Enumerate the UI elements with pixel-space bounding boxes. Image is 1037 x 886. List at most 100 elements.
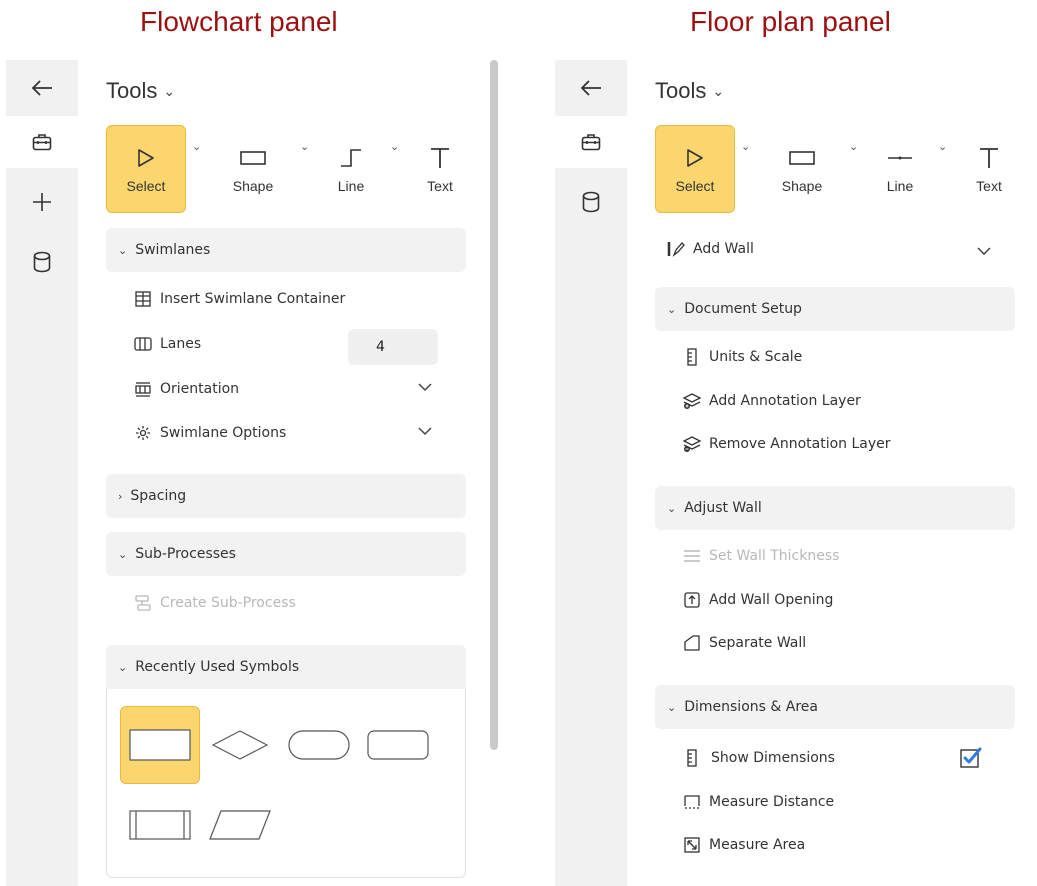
wall-pencil-icon [667,240,685,258]
units-scale-item[interactable]: Units & Scale [683,343,802,371]
line-tool-chevron-down-icon[interactable]: ⌄ [390,140,399,153]
add-annotation-layer-item[interactable]: Add Annotation Layer [683,387,861,415]
plus-icon[interactable] [6,176,78,228]
subprocesses-section-title: Sub-Processes [135,546,236,562]
shape-tool-chevron-down-icon[interactable]: ⌄ [300,140,309,153]
back-arrow-icon[interactable] [6,62,78,114]
remove-annotation-layer-item[interactable]: Remove Annotation Layer [683,430,891,458]
toolbox-icon[interactable] [6,116,78,168]
floorplan-panel-heading: Floor plan panel [690,6,891,37]
lanes-item: Lanes [134,330,201,358]
shape-tool-chevron-down-icon[interactable]: ⌄ [849,140,858,153]
predefined-process-symbol[interactable] [120,786,200,864]
measure-area-item[interactable]: Measure Area [683,831,805,859]
flowchart-panel-heading: Flowchart panel [140,6,338,37]
lanes-number-input[interactable]: 4 [348,329,438,365]
pointer-icon [687,149,703,167]
shape-tool-button[interactable]: Shape [762,125,842,213]
gear-icon [134,424,152,442]
swimlane-options-item[interactable]: Swimlane Options [134,419,286,447]
add-annotation-layer-label: Add Annotation Layer [709,393,861,409]
insert-swimlane-container-label: Insert Swimlane Container [160,291,346,307]
chevron-right-icon: › [118,489,123,503]
separate-wall-label: Separate Wall [709,635,807,651]
lanes-value: 4 [376,339,385,355]
create-subprocess-item: Create Sub-Process [134,589,296,617]
text-tool-label: Text [976,178,1002,194]
units-scale-label: Units & Scale [709,349,803,365]
show-dimensions-checkbox[interactable] [960,747,982,769]
swimlanes-section-header[interactable]: ⌄ Swimlanes [106,228,466,272]
select-tool-chevron-down-icon[interactable]: ⌄ [741,140,750,153]
remove-annotation-layer-label: Remove Annotation Layer [709,436,891,452]
subprocesses-section-header[interactable]: ⌄ Sub-Processes [106,532,466,576]
subprocess-icon [134,594,152,612]
line-tool-button[interactable]: Line [860,125,940,213]
process-symbol[interactable] [120,706,200,784]
recent-symbols-section-header[interactable]: ⌄ Recently Used Symbols [106,645,466,689]
ruler-icon [683,348,701,366]
select-tool-button[interactable]: Select [655,125,735,213]
line-tool-chevron-down-icon[interactable]: ⌄ [938,140,947,153]
add-wall-opening-label: Add Wall Opening [709,592,834,608]
shape-tool-button[interactable]: Shape [213,125,293,213]
add-wall-label: Add Wall [693,241,754,257]
thickness-icon [683,547,701,565]
insert-swimlane-container-item[interactable]: Insert Swimlane Container [134,285,345,313]
add-wall-opening-item[interactable]: Add Wall Opening [683,586,833,614]
terminator-symbol[interactable] [279,706,359,784]
chevron-down-icon: ⌄ [667,302,677,316]
orientation-chevron-down-icon[interactable] [418,380,432,396]
add-wall-chevron-down-icon[interactable] [977,244,991,260]
chevron-down-icon: ⌄ [667,700,677,714]
add-wall-item[interactable]: Add Wall [667,235,754,263]
text-icon [980,148,998,168]
lanes-icon [134,335,152,353]
text-tool-button[interactable]: Text [949,125,1029,213]
select-tool-button[interactable]: Select [106,125,186,213]
text-tool-label: Text [427,178,453,194]
chevron-down-icon: ⌄ [118,547,128,561]
text-icon [431,148,449,168]
adjust-wall-section-header[interactable]: ⌄ Adjust Wall [655,486,1015,530]
orientation-item[interactable]: Orientation [134,375,239,403]
text-tool-button[interactable]: Text [400,125,480,213]
flowchart-side-rail [6,60,78,886]
pointer-icon [138,149,154,167]
add-layer-icon [683,392,701,410]
show-dimensions-item: Show Dimensions [683,744,835,772]
dimensions-area-section-header[interactable]: ⌄ Dimensions & Area [655,685,1015,729]
decision-symbol[interactable] [200,706,280,784]
flowchart-tools-dropdown[interactable]: Tools ⌄ [106,78,175,104]
database-icon[interactable] [6,236,78,288]
orientation-icon [134,380,152,398]
line-tool-button[interactable]: Line [311,125,391,213]
select-tool-label: Select [126,178,166,194]
document-setup-title: Document Setup [684,301,802,317]
data-symbol[interactable] [200,786,280,864]
line-tool-label: Line [886,178,914,194]
rectangle-icon [789,151,815,165]
database-icon[interactable] [555,176,627,228]
measure-distance-label: Measure Distance [709,794,835,810]
chevron-down-icon: ⌄ [712,82,725,99]
separate-wall-item[interactable]: Separate Wall [683,629,806,657]
shape-tool-label: Shape [232,178,274,194]
select-tool-chevron-down-icon[interactable]: ⌄ [192,140,201,153]
spacing-section-header[interactable]: › Spacing [106,474,466,518]
orientation-label: Orientation [160,381,240,397]
wall-opening-icon [683,591,701,609]
tools-title: Tools [106,78,158,103]
swimlane-options-chevron-down-icon[interactable] [418,424,432,440]
document-setup-section-header[interactable]: ⌄ Document Setup [655,287,1015,331]
chevron-down-icon: ⌄ [118,243,128,257]
measure-distance-item[interactable]: Measure Distance [683,788,834,816]
tools-title: Tools [655,78,707,103]
floorplan-tools-dropdown[interactable]: Tools ⌄ [655,78,724,104]
toolbox-icon[interactable] [555,116,627,168]
rounded-rectangle-symbol[interactable] [358,706,438,784]
back-arrow-icon[interactable] [555,62,627,114]
separate-wall-icon [683,634,701,652]
measure-distance-icon [683,793,701,811]
flowchart-panel-scrollbar[interactable] [490,60,498,750]
